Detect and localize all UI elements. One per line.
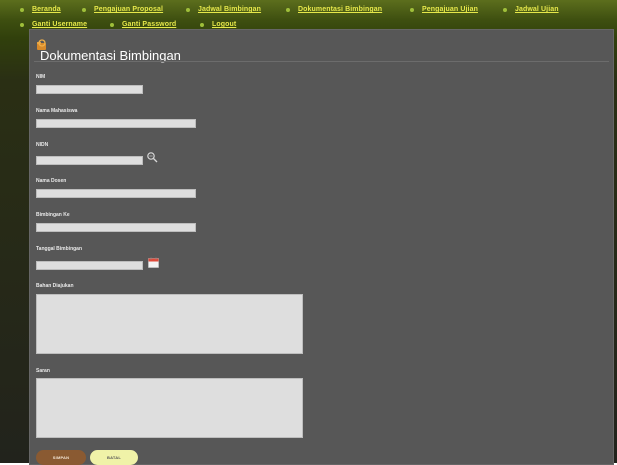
nav-link-dokumentasi-bimbingan[interactable]: Dokumentasi Bimbingan bbox=[298, 6, 382, 13]
nim-field[interactable] bbox=[36, 85, 143, 94]
tanggal-bimbingan-label: Tanggal Bimbingan bbox=[36, 246, 83, 252]
nav-link-beranda[interactable]: Beranda bbox=[32, 6, 61, 13]
bullet-icon bbox=[200, 22, 204, 27]
bullet-icon bbox=[410, 7, 414, 12]
calendar-icon[interactable] bbox=[148, 257, 159, 268]
bullet-icon bbox=[503, 7, 507, 12]
bimbingan-ke-field[interactable] bbox=[36, 223, 196, 232]
nav-item-beranda[interactable]: Beranda bbox=[20, 6, 61, 13]
bahan-diajukan-label: Bahan Diajukan bbox=[36, 283, 74, 289]
page-background: Beranda Pengajuan Proposal Jadwal Bimbin… bbox=[0, 0, 617, 465]
bullet-icon bbox=[82, 7, 86, 12]
nav-item-pengajuan-ujian[interactable]: Pengajuan Ujian bbox=[410, 6, 478, 13]
tanggal-bimbingan-field[interactable] bbox=[36, 261, 143, 270]
nav-item-ganti-username[interactable]: Ganti Username bbox=[20, 21, 87, 28]
nav-link-ganti-password[interactable]: Ganti Password bbox=[122, 21, 176, 28]
saran-textarea[interactable] bbox=[36, 378, 303, 438]
nav-link-pengajuan-proposal[interactable]: Pengajuan Proposal bbox=[94, 6, 163, 13]
nav-link-jadwal-ujian[interactable]: Jadwal Ujian bbox=[515, 6, 559, 13]
bullet-icon bbox=[186, 7, 190, 12]
nama-dosen-field[interactable] bbox=[36, 189, 196, 198]
bimbingan-ke-label: Bimbingan Ke bbox=[36, 212, 70, 218]
nav-item-jadwal-ujian[interactable]: Jadwal Ujian bbox=[503, 6, 559, 13]
nidn-label: NIDN bbox=[36, 142, 49, 148]
nidn-field[interactable] bbox=[36, 156, 143, 165]
nav-item-pengajuan-proposal[interactable]: Pengajuan Proposal bbox=[82, 6, 163, 13]
nav-item-dokumentasi-bimbingan[interactable]: Dokumentasi Bimbingan bbox=[286, 6, 382, 13]
nama-mahasiswa-field[interactable] bbox=[36, 119, 196, 128]
nav-item-jadwal-bimbingan[interactable]: Jadwal Bimbingan bbox=[186, 6, 261, 13]
saran-label: Saran bbox=[36, 368, 50, 374]
nama-dosen-label: Nama Dosen bbox=[36, 178, 67, 184]
title-divider bbox=[34, 61, 609, 62]
nav-link-logout[interactable]: Logout bbox=[212, 21, 236, 28]
nav-item-logout[interactable]: Logout bbox=[200, 21, 236, 28]
nav-link-ganti-username[interactable]: Ganti Username bbox=[32, 21, 87, 28]
bullet-icon bbox=[110, 22, 114, 27]
content-panel: Dokumentasi Bimbingan NIM Nama Mahasiswa… bbox=[29, 29, 614, 465]
nim-label: NIM bbox=[36, 74, 46, 80]
bahan-diajukan-textarea[interactable] bbox=[36, 294, 303, 354]
top-navigation: Beranda Pengajuan Proposal Jadwal Bimbin… bbox=[0, 0, 617, 32]
bullet-icon bbox=[286, 7, 290, 12]
nama-mahasiswa-label: Nama Mahasiswa bbox=[36, 108, 78, 114]
search-icon[interactable] bbox=[146, 151, 160, 163]
nav-link-pengajuan-ujian[interactable]: Pengajuan Ujian bbox=[422, 6, 478, 13]
nav-item-ganti-password[interactable]: Ganti Password bbox=[110, 21, 176, 28]
nav-link-jadwal-bimbingan[interactable]: Jadwal Bimbingan bbox=[198, 6, 261, 13]
bullet-icon bbox=[20, 22, 24, 27]
bullet-icon bbox=[20, 7, 24, 12]
